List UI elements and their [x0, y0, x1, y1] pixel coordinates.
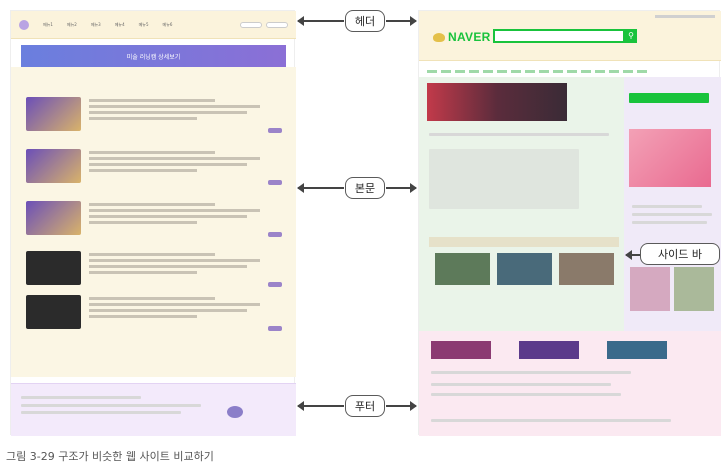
left-site-banner: 미술 러닝캠 상세보기 [21, 45, 286, 67]
list-item[interactable] [26, 295, 284, 337]
sidebar-arrow [625, 250, 640, 260]
left-nav-item[interactable]: 메뉴4 [115, 22, 125, 28]
footer-text [21, 404, 201, 407]
banner-title: 미술 러닝캠 상세보기 [126, 53, 181, 61]
thumbnail [26, 149, 81, 183]
left-nav-item[interactable]: 메뉴1 [43, 22, 53, 28]
item-text [89, 297, 269, 321]
list-item[interactable] [26, 251, 284, 293]
detail-button[interactable] [268, 232, 282, 237]
sidebar-text [632, 205, 702, 208]
left-nav-item[interactable]: 메뉴5 [139, 22, 149, 28]
footer-text [431, 419, 671, 422]
sidebar-label: 사이드 바 [658, 248, 702, 261]
naver-mark-icon [433, 32, 445, 42]
list-item[interactable] [26, 97, 284, 139]
body-left-arrow [297, 183, 344, 193]
left-nav-item[interactable]: 메뉴3 [91, 22, 101, 28]
news-grid [429, 149, 579, 209]
body-label: 본문 [354, 182, 376, 195]
footer-promo [607, 341, 667, 359]
search-icon[interactable]: ⚲ [625, 29, 637, 43]
thumbnail [26, 295, 81, 329]
header-left-arrow [297, 16, 344, 26]
login-button[interactable] [629, 93, 709, 103]
footer-left-arrow [297, 401, 344, 411]
footer-text [431, 371, 631, 374]
thumbnail [559, 253, 614, 285]
sidebar-text [632, 221, 707, 224]
item-text [89, 253, 269, 277]
thumbnail [26, 201, 81, 235]
body-callout: 본문 [345, 177, 385, 199]
ad-banner[interactable] [427, 83, 567, 121]
left-site-footer [11, 383, 296, 436]
footer-label: 푸터 [354, 400, 376, 413]
left-nav-item[interactable]: 메뉴2 [67, 22, 77, 28]
sidebar-text [632, 213, 712, 216]
footer-right-arrow [386, 401, 417, 411]
join-button[interactable] [266, 21, 288, 28]
tab-strip [429, 237, 619, 247]
sidebar-thumbnail [630, 267, 670, 311]
left-site-body [11, 67, 296, 377]
footer-text [431, 383, 611, 386]
thumbnail [435, 253, 490, 285]
sidebar-callout: 사이드 바 [640, 243, 720, 265]
login-button[interactable] [240, 21, 262, 28]
top-links [655, 15, 715, 18]
footer-text [21, 411, 181, 414]
right-site-footer [419, 331, 721, 436]
detail-button[interactable] [268, 282, 282, 287]
list-item[interactable] [26, 201, 284, 243]
left-site-logo-icon [19, 19, 29, 30]
left-nav-item[interactable]: 메뉴6 [163, 22, 173, 28]
left-site-header: 메뉴1 메뉴2 메뉴3 메뉴4 메뉴5 메뉴6 [11, 11, 296, 39]
service-menu [427, 67, 713, 75]
thumbnail [497, 253, 552, 285]
naver-logo-text: NAVER [448, 30, 491, 44]
sidebar-ad[interactable] [629, 129, 711, 187]
left-header-buttons [240, 21, 288, 28]
footer-text [21, 396, 141, 399]
figure-caption: 그림 3-29 구조가 비슷한 웹 사이트 비교하기 [6, 450, 214, 463]
right-site-sidebar [624, 77, 721, 331]
list-item[interactable] [26, 149, 284, 191]
thumbnail [26, 251, 81, 285]
right-site-screenshot: NAVER ⚲ [418, 10, 721, 436]
figure: 메뉴1 메뉴2 메뉴3 메뉴4 메뉴5 메뉴6 미술 러닝캠 상세보기 NAVE… [0, 0, 728, 469]
header-right-arrow [386, 16, 417, 26]
footer-callout: 푸터 [345, 395, 385, 417]
thumbnail [26, 97, 81, 131]
footer-logo-icon [227, 406, 243, 418]
right-site-header: NAVER ⚲ [419, 11, 721, 61]
footer-promo [431, 341, 491, 359]
item-text [89, 203, 269, 227]
news-line [429, 133, 609, 136]
detail-button[interactable] [268, 128, 282, 133]
naver-logo[interactable]: NAVER [433, 30, 491, 44]
search-input[interactable] [493, 29, 625, 43]
item-text [89, 99, 269, 123]
item-text [89, 151, 269, 175]
sidebar-thumbnail [674, 267, 714, 311]
left-site-screenshot: 메뉴1 메뉴2 메뉴3 메뉴4 메뉴5 메뉴6 미술 러닝캠 상세보기 [10, 10, 296, 436]
footer-text [431, 393, 621, 396]
footer-promo [519, 341, 579, 359]
header-callout: 헤더 [345, 10, 385, 32]
header-label: 헤더 [354, 15, 376, 28]
body-right-arrow [386, 183, 417, 193]
detail-button[interactable] [268, 326, 282, 331]
detail-button[interactable] [268, 180, 282, 185]
